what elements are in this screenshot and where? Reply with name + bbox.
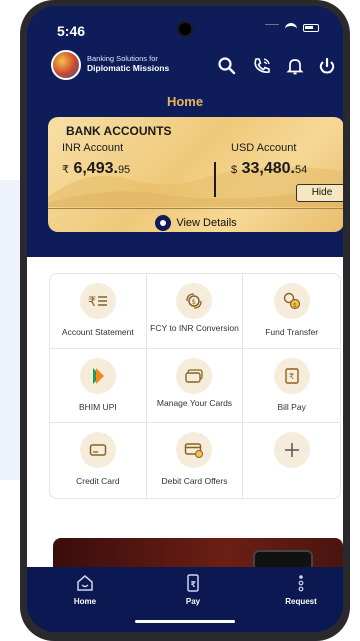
plus-icon (273, 432, 310, 469)
cards-icon (176, 357, 213, 394)
search-icon[interactable] (217, 56, 237, 76)
inr-account-label: INR Account (62, 142, 124, 154)
bank-logo (51, 50, 81, 80)
card-divider (214, 162, 216, 197)
nav-pay-label: Pay (185, 597, 201, 606)
tile-label: Fund Transfer (265, 327, 319, 337)
signal-icon (265, 24, 279, 32)
currency-exchange-icon: $ (176, 283, 213, 319)
nav-home-label: Home (73, 597, 97, 606)
tile-label: Bill Pay (277, 401, 306, 412)
tile-label: Account Statement (61, 327, 134, 337)
pay-icon: ₹ (183, 573, 203, 593)
services-panel: ₹ Account Statement $ FCY to INR Convers… (27, 257, 343, 573)
card-separator (48, 208, 343, 209)
tile-manage-your-cards[interactable]: Manage Your Cards (146, 348, 244, 424)
hide-balance-button[interactable]: Hide (296, 184, 343, 202)
view-details-button[interactable]: View Details (48, 215, 343, 231)
tile-add-shortcut[interactable] (243, 423, 340, 498)
wifi-icon (285, 23, 297, 33)
usd-account-balance: $ 33,480.54 (231, 160, 307, 178)
inr-account-balance: ₹ 6,493.95 (62, 160, 130, 178)
nav-pay[interactable]: ₹ Pay (153, 573, 233, 606)
tile-bill-pay[interactable]: ₹ Bill Pay (243, 349, 340, 424)
usd-balance-whole: 33,480. (241, 160, 295, 177)
status-icons (265, 23, 319, 33)
inr-currency-symbol: ₹ (62, 164, 69, 176)
tile-label: BHIM UPI (78, 401, 117, 412)
svg-text:$: $ (293, 302, 297, 309)
status-bar: 5:46 (27, 6, 343, 44)
brand-line-2: Diplomatic Missions (87, 63, 170, 73)
tile-debit-card-offers[interactable]: Debit Card Offers (147, 423, 244, 498)
nav-home[interactable]: Home (45, 573, 125, 606)
power-icon[interactable] (317, 56, 337, 76)
app-header: Banking Solutions for Diplomatic Mission… (27, 48, 343, 84)
phone-frame: 5:46 Banking Solutions for Diplomatic Mi… (20, 0, 350, 641)
tile-label: Manage Your Cards (156, 397, 233, 408)
svg-text:₹: ₹ (191, 580, 197, 589)
camera-notch (177, 21, 193, 37)
usd-account-label: USD Account (231, 142, 297, 154)
eye-icon (155, 215, 172, 231)
fund-transfer-icon: $ (273, 283, 310, 319)
tile-bhim-upi[interactable]: BHIM UPI (50, 348, 147, 424)
tile-credit-card[interactable]: Credit Card (50, 423, 147, 498)
tile-label: FCY to INR Conversion (150, 323, 239, 333)
tile-fund-transfer[interactable]: $ Fund Transfer (243, 274, 340, 349)
tile-label: Debit Card Offers (161, 476, 228, 487)
services-grid: ₹ Account Statement $ FCY to INR Convers… (49, 273, 341, 499)
tile-fcy-to-inr-conversion[interactable]: $ FCY to INR Conversion (146, 274, 244, 349)
status-time: 5:46 (57, 23, 86, 39)
svg-text:₹: ₹ (289, 372, 294, 381)
inr-balance-whole: 6,493. (73, 160, 118, 177)
usd-currency-symbol: $ (231, 164, 238, 176)
credit-card-icon (79, 432, 116, 469)
bank-accounts-card: BANK ACCOUNTS INR Account ₹ 6,493.95 USD… (48, 117, 343, 232)
rupee-list-icon: ₹ (79, 283, 116, 319)
debit-card-offer-icon (176, 432, 213, 469)
request-icon (291, 573, 311, 593)
nav-request[interactable]: Request (261, 573, 341, 606)
bhim-upi-icon (79, 357, 116, 394)
home-indicator (135, 620, 235, 623)
view-details-label: View Details (176, 216, 237, 229)
svg-text:₹: ₹ (88, 295, 96, 309)
card-title: BANK ACCOUNTS (66, 124, 172, 138)
battery-icon (303, 24, 319, 32)
tile-label: Credit Card (76, 476, 120, 487)
bell-icon[interactable] (285, 56, 305, 76)
nav-request-label: Request (285, 597, 317, 606)
phone-call-icon[interactable] (252, 56, 272, 76)
svg-text:$: $ (192, 298, 196, 306)
bill-icon: ₹ (273, 357, 310, 394)
page-title: Home (166, 94, 204, 109)
brand-text: Banking Solutions for Diplomatic Mission… (87, 54, 169, 73)
home-icon (75, 573, 95, 593)
tile-account-statement[interactable]: ₹ Account Statement (50, 274, 147, 349)
brand-line-1: Banking Solutions for (87, 54, 158, 63)
usd-balance-decimals: 54 (294, 164, 308, 176)
app-screen: 5:46 Banking Solutions for Diplomatic Mi… (27, 6, 343, 632)
inr-balance-decimals: 95 (117, 164, 131, 176)
